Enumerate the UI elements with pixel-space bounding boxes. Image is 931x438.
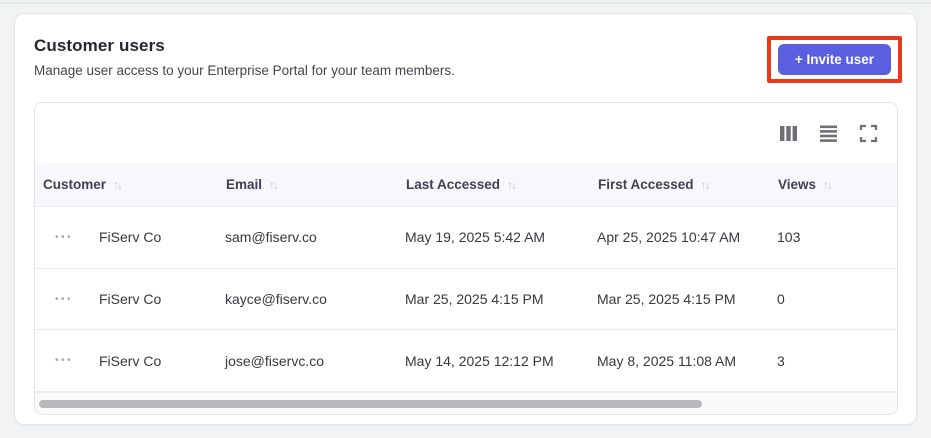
views-cell: 0	[777, 291, 785, 307]
column-header-label: First Accessed	[598, 177, 694, 192]
row-actions-dots-icon[interactable]: •••	[55, 351, 83, 370]
column-header-label: Last Accessed	[406, 177, 501, 192]
column-header-label: Views	[778, 177, 817, 192]
table-row: ••• FiServ Co kayce@fiserv.co Mar 25, 20…	[35, 268, 897, 331]
views-cell: 3	[777, 352, 785, 369]
last-accessed-cell: Mar 25, 2025 4:15 PM	[405, 291, 544, 307]
column-header[interactable]: Last Accessed ↑↓	[405, 177, 597, 192]
density-icon[interactable]	[819, 124, 838, 143]
first-accessed-cell: May 8, 2025 11:08 AM	[597, 352, 737, 369]
customer-cell: ••• FiServ Co	[42, 351, 225, 370]
invite-user-button[interactable]: + Invite user	[777, 44, 891, 75]
column-header-label: Customer	[43, 177, 107, 192]
horizontal-scrollbar	[35, 392, 897, 414]
row-actions-dots-icon[interactable]: •••	[55, 290, 83, 309]
column-header-label: Email	[226, 177, 263, 192]
table-row: ••• FiServ Co sam@fiserv.co May 19, 2025…	[35, 207, 897, 269]
first-accessed-cell: Apr 25, 2025 10:47 AM	[597, 229, 741, 246]
email-cell: kayce@fiserv.co	[225, 291, 327, 307]
last-accessed-cell: May 14, 2025 12:12 PM	[405, 352, 554, 369]
page-subtitle: Manage user access to your Enterprise Po…	[34, 63, 455, 78]
customer-cell: ••• FiServ Co	[42, 290, 225, 309]
annotation-highlight: + Invite user	[766, 36, 902, 83]
table-header-row: Customer ↑↓ Email ↑↓ Last Accessed ↑↓ Fi…	[35, 163, 897, 207]
customer-users-panel: Customer users Manage user access to you…	[14, 13, 917, 425]
table-toolbar	[35, 103, 897, 163]
users-table-container: Customer ↑↓ Email ↑↓ Last Accessed ↑↓ Fi…	[34, 102, 898, 415]
column-header[interactable]: Email ↑↓	[225, 177, 405, 192]
email-cell: jose@fiservc.co	[225, 352, 325, 369]
last-accessed-cell: May 19, 2025 5:42 AM	[405, 229, 546, 246]
sort-icon[interactable]: ↑↓	[269, 178, 279, 192]
sort-icon[interactable]: ↑↓	[701, 178, 711, 192]
views-cell: 103	[777, 229, 801, 246]
panel-header: Customer users Manage user access to you…	[15, 14, 916, 83]
customer-name: FiServ Co	[99, 291, 162, 307]
scrollbar-track[interactable]	[38, 399, 894, 409]
sort-icon[interactable]: ↑↓	[823, 178, 833, 192]
columns-icon[interactable]	[779, 124, 798, 143]
table-body: ••• FiServ Co sam@fiserv.co May 19, 2025…	[35, 207, 897, 393]
adjacent-card-edge	[0, 0, 931, 4]
fullscreen-icon[interactable]	[859, 124, 878, 143]
row-actions-dots-icon[interactable]: •••	[55, 228, 83, 247]
column-header[interactable]: First Accessed ↑↓	[597, 177, 777, 192]
email-cell: sam@fiserv.co	[225, 229, 317, 246]
table-row: ••• FiServ Co jose@fiservc.co May 14, 20…	[35, 330, 897, 393]
customer-name: FiServ Co	[99, 352, 162, 369]
customer-cell: ••• FiServ Co	[42, 228, 225, 247]
customer-name: FiServ Co	[99, 229, 162, 246]
page-title: Customer users	[34, 36, 165, 55]
panel-header-text: Customer users Manage user access to you…	[34, 36, 455, 78]
first-accessed-cell: Mar 25, 2025 4:15 PM	[597, 291, 736, 307]
scrollbar-thumb[interactable]	[39, 399, 703, 408]
sort-icon[interactable]: ↑↓	[507, 178, 517, 192]
sort-icon[interactable]: ↑↓	[113, 178, 123, 192]
column-header[interactable]: Views ↑↓	[777, 177, 897, 192]
column-header[interactable]: Customer ↑↓	[42, 177, 225, 192]
